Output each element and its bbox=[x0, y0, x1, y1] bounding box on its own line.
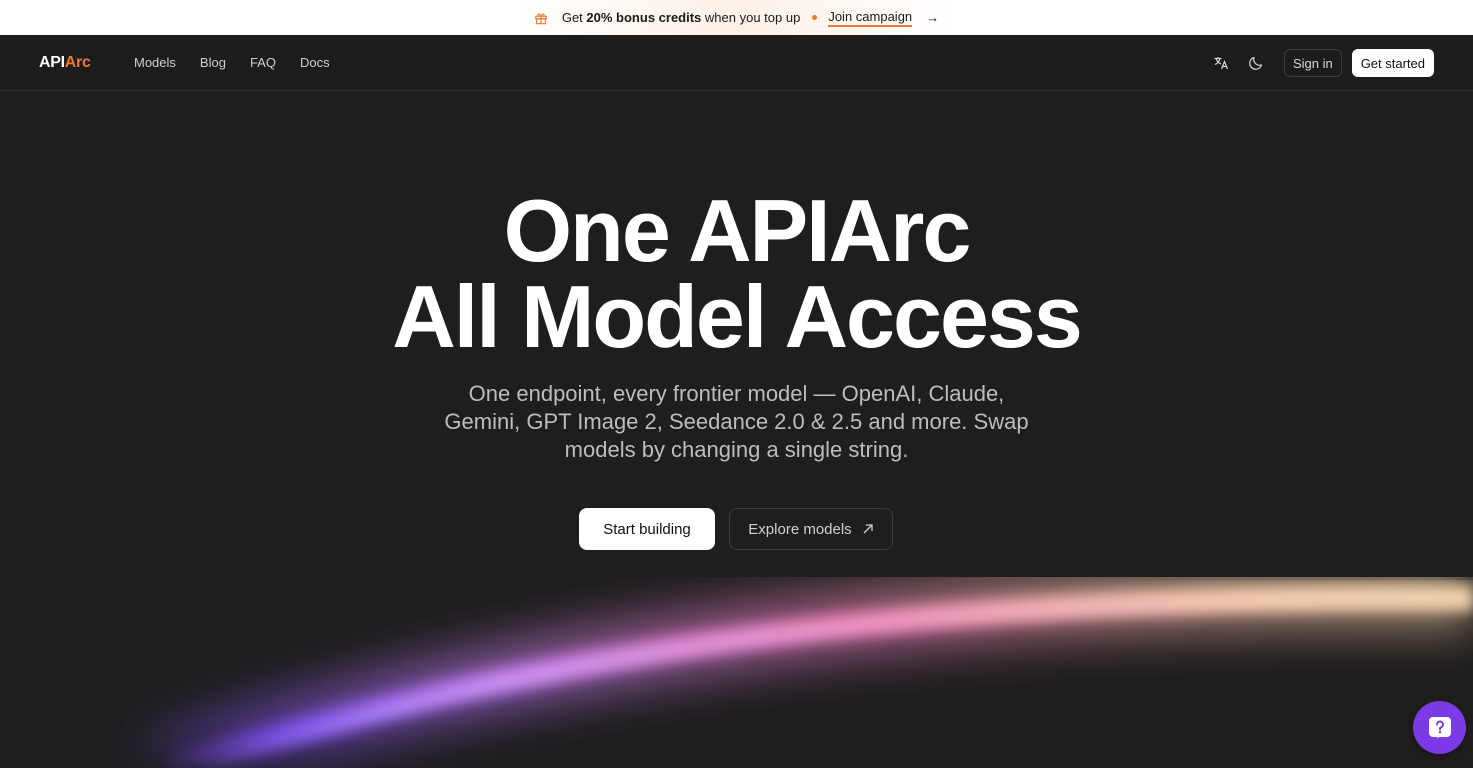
top-nav: APIArc Models Blog FAQ Docs Sign in Get … bbox=[0, 35, 1473, 91]
nav-link-models[interactable]: Models bbox=[134, 55, 176, 70]
hero-glow-arc bbox=[139, 559, 1473, 768]
hero-subtitle: One endpoint, every frontier model — Ope… bbox=[444, 381, 1029, 462]
hero-title-line-2: All Model Access bbox=[392, 267, 1083, 366]
logo[interactable]: APIArc bbox=[39, 54, 91, 72]
nav-link-faq[interactable]: FAQ bbox=[250, 55, 276, 70]
promo-text-suffix: when you top up bbox=[701, 10, 801, 25]
gift-icon bbox=[535, 13, 547, 24]
nav-link-docs[interactable]: Docs bbox=[300, 55, 330, 70]
hero-title: One APIArc All Model Access bbox=[0, 181, 1473, 366]
moon-icon[interactable] bbox=[1242, 49, 1270, 77]
logo-arc: Arc bbox=[64, 54, 91, 71]
promo-dot bbox=[812, 15, 818, 20]
arrow-right-icon[interactable]: → bbox=[926, 10, 939, 25]
logo-api: API bbox=[39, 54, 65, 71]
nav-links: Models Blog FAQ Docs bbox=[134, 55, 354, 70]
promo-text-bold: 20% bonus credits bbox=[586, 10, 702, 25]
nav-link-blog[interactable]: Blog bbox=[200, 55, 226, 70]
nav-actions: Sign in Get started bbox=[1207, 49, 1434, 77]
translate-icon[interactable] bbox=[1207, 49, 1235, 77]
help-button[interactable] bbox=[1413, 701, 1466, 754]
promo-banner: Get 20% bonus credits when you top up Jo… bbox=[0, 0, 1473, 35]
help-question-icon bbox=[1428, 716, 1451, 739]
join-campaign-link[interactable]: Join campaign bbox=[828, 9, 913, 27]
promo-text-prefix: Get bbox=[561, 10, 587, 25]
get-started-button[interactable]: Get started bbox=[1351, 49, 1434, 77]
hero-title-line-1: One APIArc bbox=[503, 181, 972, 280]
sign-in-button[interactable]: Sign in bbox=[1283, 49, 1342, 77]
